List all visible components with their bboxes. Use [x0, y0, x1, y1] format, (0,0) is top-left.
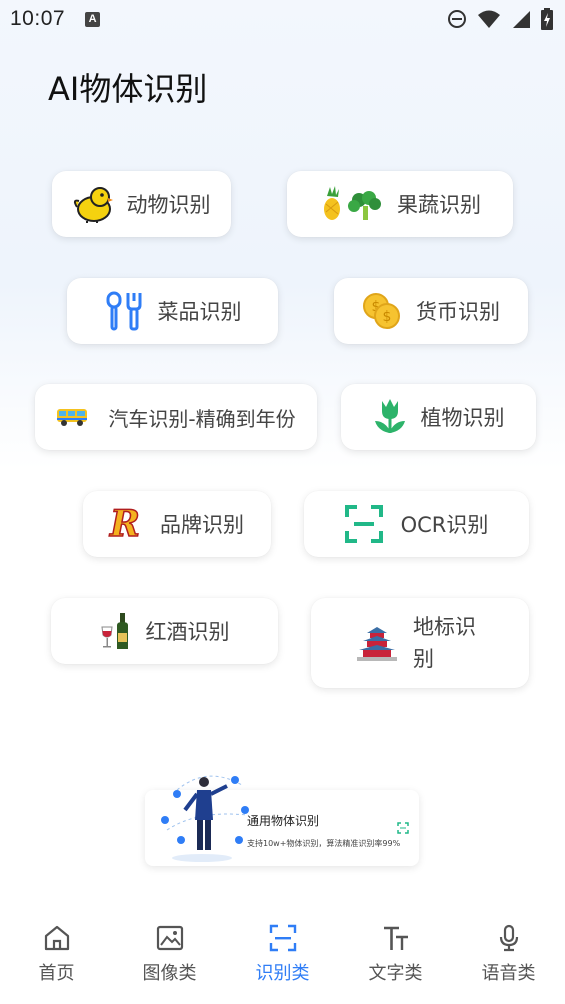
image-icon: [156, 925, 183, 951]
text-icon: [383, 926, 408, 950]
tab-label: 识别类: [255, 963, 310, 984]
status-icons: [447, 8, 553, 30]
tab-image[interactable]: 图像类: [113, 915, 226, 1004]
general-recognition-banner[interactable]: 通用物体识别 支持10w+物体识别，算法精准识别率99%: [145, 775, 419, 866]
tab-label: 语音类: [481, 963, 536, 984]
tab-text[interactable]: 文字类: [339, 915, 452, 1004]
signal-icon: [513, 11, 530, 28]
scan-text-icon: [344, 505, 383, 543]
wifi-icon: [478, 10, 500, 28]
dnd-icon: [448, 10, 466, 28]
banner-title: 通用物体识别: [247, 814, 320, 828]
mic-icon: [499, 924, 518, 952]
svg-text:$: $: [383, 309, 392, 325]
tab-label: 文字类: [368, 963, 423, 984]
card-label: OCR识别: [400, 513, 489, 537]
banner-illustration: [161, 775, 249, 862]
coins-icon: $ $: [362, 292, 402, 330]
page-title: AI物体识别: [48, 70, 208, 108]
card-label: 汽车识别-精确到年份: [108, 406, 296, 431]
fruit-veg-icon: [319, 186, 383, 222]
card-label: 菜品识别: [157, 300, 242, 324]
bottom-tab-bar: 首页 图像类 识别类 文字类 语音类: [0, 915, 565, 1004]
status-time: 10:07: [10, 7, 66, 30]
brand-r-icon: R: [109, 502, 140, 546]
card-label: 植物识别: [420, 406, 505, 430]
status-bar: 10:07 A: [0, 0, 565, 38]
card-wine-recognition[interactable]: 红酒识别: [51, 598, 278, 664]
battery-icon: [541, 8, 553, 30]
scan-icon: [269, 924, 296, 952]
card-ocr-recognition[interactable]: OCR识别: [304, 491, 529, 557]
chick-icon: [73, 185, 113, 223]
card-label: 货币识别: [416, 300, 500, 324]
card-label: 动物识别: [126, 193, 211, 217]
card-label: 地标识别: [413, 615, 476, 671]
temple-icon: [357, 625, 397, 661]
wine-icon: [100, 611, 132, 651]
card-label: 红酒识别: [145, 620, 230, 644]
card-label: 果蔬识别: [397, 193, 481, 217]
card-brand-recognition[interactable]: R 品牌识别: [83, 491, 271, 557]
tab-home[interactable]: 首页: [0, 915, 113, 1004]
card-animal-recognition[interactable]: 动物识别: [52, 171, 231, 237]
card-plant-recognition[interactable]: 植物识别: [341, 384, 536, 450]
card-car-recognition[interactable]: 汽车识别-精确到年份: [35, 384, 317, 450]
card-fruit-veg-recognition[interactable]: 果蔬识别: [287, 171, 513, 237]
tab-voice[interactable]: 语音类: [452, 915, 565, 1004]
tulip-icon: [373, 397, 407, 437]
bus-icon: [56, 407, 88, 427]
card-landmark-recognition[interactable]: 地标识别: [311, 598, 529, 688]
banner-subtitle: 支持10w+物体识别，算法精准识别率99%: [247, 839, 401, 848]
scan-small-icon: [397, 822, 409, 834]
card-dish-recognition[interactable]: 菜品识别: [67, 278, 278, 344]
tab-label: 首页: [38, 963, 75, 984]
card-label: 品牌识别: [159, 513, 244, 537]
tab-label: 图像类: [142, 963, 197, 984]
utensils-icon: [104, 291, 144, 331]
tab-recognition[interactable]: 识别类: [226, 915, 339, 1004]
card-currency-recognition[interactable]: $ $ 货币识别: [334, 278, 528, 344]
home-icon: [44, 925, 69, 951]
brand-r-letter: R: [109, 502, 140, 546]
notification-icon: A: [85, 11, 101, 27]
